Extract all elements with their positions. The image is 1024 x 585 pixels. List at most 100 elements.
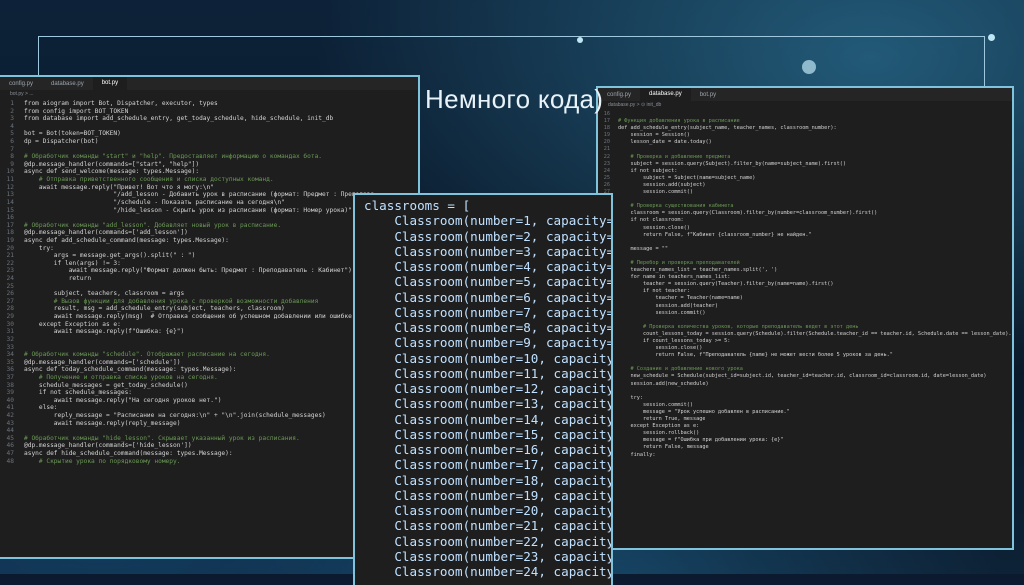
line-number: 24 [6, 275, 14, 283]
code-line: 44 session.commit() [598, 310, 1012, 317]
code-line: Classroom(number=11, capacity=20), [355, 366, 611, 381]
line-text: new_schedule = Schedule(subject_id=subje… [618, 373, 987, 380]
line-text: message = "Урок успешно добавлен в распи… [618, 408, 790, 415]
line-number: 3 [10, 115, 14, 123]
line-text: subject = Subject(name=subject_name) [618, 174, 756, 181]
code-line: Classroom(number=2, capacity=20), [355, 229, 611, 244]
tab-bot-py[interactable]: bot.py [92, 77, 128, 90]
line-text: message = "" [618, 245, 668, 252]
code-line: Classroom(number=8, capacity=20), [355, 320, 611, 335]
code-line: 9 @dp.message_handler(commands=["start", … [0, 161, 418, 169]
line-text: args = message.get_args().split(" : ") [24, 252, 196, 260]
tab-database-py[interactable]: database.py [42, 81, 93, 87]
code-line: Classroom(number=22, capacity=30), [355, 534, 611, 549]
line-text: await message.reply(f"Ошибка: {e}") [24, 328, 185, 336]
tab-config-py[interactable]: config.py [0, 81, 42, 87]
line-text: dp = Dispatcher(bot) [24, 138, 99, 146]
line-number: 22 [6, 259, 14, 267]
line-text: # Обработчик команды "hide_lesson". Скры… [24, 434, 300, 442]
code-line: 50 return False, f"Преподаватель {name} … [598, 352, 1012, 359]
line-number: 46 [6, 442, 14, 450]
line-text: if not subject: [618, 167, 678, 174]
decor-dot [988, 34, 995, 41]
line-text: return True, message [618, 416, 706, 423]
code-area[interactable]: 16 17 # Функция добавления урока в расписа… [598, 111, 1012, 459]
code-line: Classroom(number=16, capacity=30), [355, 442, 611, 457]
code-line: 10 async def send_welcome(message: types.… [0, 168, 418, 176]
code-line: 18 def add_schedule_entry(subject_name, t… [598, 125, 1012, 132]
line-text: Classroom(number=23, capacity=20), [394, 548, 611, 564]
line-number: 17 [6, 221, 14, 229]
code-area[interactable]: classrooms = [ Classroom(number=1, capac… [355, 195, 611, 579]
tab-config-py[interactable]: config.py [598, 92, 640, 98]
line-number: 41 [6, 404, 14, 412]
code-line: Classroom(number=20, capacity=20), [355, 503, 611, 518]
line-number: 47 [6, 450, 14, 458]
line-text: Classroom(number=12, capacity=25), [394, 381, 611, 396]
line-text: # Обработчик команды "add_lesson". Добав… [24, 221, 282, 229]
line-text: # Создание и добавление нового урока [618, 366, 743, 373]
line-number: 25 [603, 174, 610, 181]
line-text: Classroom(number=11, capacity=20), [394, 365, 611, 381]
line-text: try: [618, 394, 643, 401]
line-text: Classroom(number=14, capacity=20), [394, 411, 611, 427]
code-line: 36 [598, 253, 1012, 260]
line-text: @dp.message_handler(commands=["start", "… [24, 160, 200, 168]
code-line: 11 # Отправка приветственного сообщения … [0, 176, 418, 184]
code-line: 26 session.add(subject) [598, 182, 1012, 189]
tab-database-py[interactable]: database.py [640, 88, 691, 101]
line-text: if len(args) != 3: [24, 259, 121, 267]
line-text: Classroom(number=13, capacity=30), [394, 396, 611, 412]
line-number: 24 [603, 167, 610, 174]
code-line: 6 dp = Dispatcher(bot) [0, 138, 418, 146]
code-line: 24 if not subject: [598, 168, 1012, 175]
code-line: 20 lesson_date = date.today() [598, 139, 1012, 146]
line-number: 14 [6, 198, 14, 206]
line-text: # Проверка и добавление предмета [618, 153, 731, 160]
line-text: Classroom(number=24, capacity=25), [394, 564, 611, 579]
line-number: 43 [6, 419, 14, 427]
code-line: 59 return True, message [598, 416, 1012, 423]
code-line: 42 teacher = Teacher(name=name) [598, 295, 1012, 302]
line-text: from database import add_schedule_entry,… [24, 115, 334, 123]
line-number: 21 [603, 146, 610, 153]
code-line: 45 [598, 317, 1012, 324]
code-line: Classroom(number=6, capacity=25), [355, 290, 611, 305]
line-number: 28 [6, 305, 14, 313]
code-line: 28 [598, 196, 1012, 203]
line-text: session.add(new_schedule) [618, 380, 709, 387]
line-text: Classroom(number=6, capacity=25), [394, 289, 611, 305]
line-text: teacher = session.query(Teacher).filter_… [618, 281, 834, 288]
code-line: 62 message = f"Ошибка при добавлении уро… [598, 437, 1012, 444]
code-line: Classroom(number=1, capacity=30), [355, 213, 611, 228]
line-number: 18 [603, 125, 610, 132]
code-line: 43 session.add(teacher) [598, 303, 1012, 310]
code-line: Classroom(number=17, capacity=20), [355, 457, 611, 472]
tab-bot-py[interactable]: bot.py [691, 92, 725, 98]
code-line: 8 # Обработчик команды "start" и "help". … [0, 153, 418, 161]
line-number: 9 [10, 160, 14, 168]
line-number: 37 [6, 373, 14, 381]
code-line: Classroom(number=14, capacity=20), [355, 412, 611, 427]
code-line: 51 [598, 359, 1012, 366]
line-number: 13 [6, 191, 14, 199]
line-text: @dp.message_handler(commands=['add_lesso… [24, 229, 188, 237]
line-text: schedule_messages = get_today_schedule() [24, 381, 188, 389]
code-line: Classroom(number=12, capacity=25), [355, 381, 611, 396]
line-text: Classroom(number=21, capacity=25), [394, 518, 611, 534]
line-text: message = f"Ошибка при добавлении урока:… [618, 437, 784, 444]
line-text: session.commit() [618, 309, 706, 316]
line-text: # Функция добавления урока в расписание [618, 118, 740, 125]
line-number: 17 [603, 118, 610, 125]
code-line: Classroom(number=4, capacity=30), [355, 259, 611, 274]
line-text: # Обработчик команды "start" и "help". П… [24, 153, 323, 161]
line-number: 20 [6, 244, 14, 252]
code-line: Classroom(number=15, capacity=25), [355, 427, 611, 442]
editor-tab-bar: config.py database.py bot.py [598, 88, 1012, 101]
line-text: if not schedule_messages: [24, 389, 133, 397]
line-number: 19 [603, 132, 610, 139]
code-line: Classroom(number=21, capacity=25), [355, 518, 611, 533]
line-text: Classroom(number=9, capacity=25), [394, 335, 611, 351]
code-line: 32 session.close() [598, 225, 1012, 232]
code-line: 46 # Проверка количества уроков, которые… [598, 324, 1012, 331]
